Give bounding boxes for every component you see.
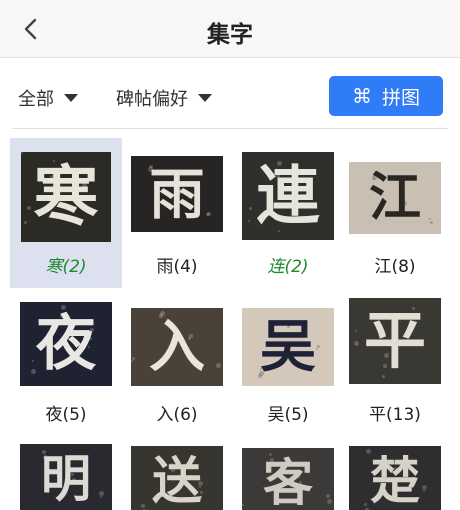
calligraphy-glyph: 寒 (33, 158, 99, 235)
character-caption: 雨(4) (156, 257, 198, 277)
calligraphy-image: 明 (20, 444, 112, 510)
calligraphy-glyph: 送 (152, 451, 202, 510)
character-caption: 夜(5) (45, 405, 87, 425)
filter-bar: 全部 碑帖偏好 ⌘ 拼图 (0, 58, 460, 130)
calligraphy-glyph: 平 (363, 304, 426, 377)
character-caption: 吴(5) (267, 405, 309, 425)
puzzle-button[interactable]: ⌘ 拼图 (329, 76, 443, 116)
character-card[interactable]: 江江(8) (339, 138, 451, 288)
character-card[interactable]: 連连(2) (232, 138, 344, 288)
calligraphy-glyph: 客 (263, 453, 313, 510)
character-card[interactable]: 楚 (339, 436, 451, 510)
filter-all-label: 全部 (18, 89, 54, 110)
calligraphy-glyph: 連 (256, 158, 320, 233)
calligraphy-glyph: 吴 (260, 314, 316, 380)
filter-style-label: 碑帖偏好 (116, 89, 188, 110)
character-caption: 寒(2) (45, 257, 87, 277)
puzzle-button-label: 拼图 (381, 86, 420, 109)
character-card[interactable]: 平平(13) (339, 288, 451, 438)
page-title: 集字 (207, 22, 253, 48)
character-card[interactable]: 明 (10, 436, 122, 510)
character-card[interactable]: 客 (232, 436, 344, 510)
calligraphy-glyph: 夜 (36, 309, 96, 379)
calligraphy-image: 吴 (242, 308, 334, 386)
caret-down-icon (198, 94, 212, 102)
character-card[interactable]: 寒寒(2) (10, 138, 122, 288)
calligraphy-image: 雨 (131, 156, 223, 232)
calligraphy-glyph: 楚 (370, 451, 420, 510)
character-caption: 连(2) (267, 257, 309, 277)
divider (12, 128, 448, 129)
calligraphy-image: 楚 (349, 446, 441, 510)
character-caption: 江(8) (374, 257, 416, 277)
filter-style-dropdown[interactable]: 碑帖偏好 (116, 85, 212, 111)
character-card[interactable]: 送 (121, 436, 233, 510)
calligraphy-image: 寒 (21, 152, 111, 242)
calligraphy-glyph: 雨 (149, 161, 205, 227)
calligraphy-image: 江 (349, 162, 441, 234)
character-card[interactable]: 雨雨(4) (121, 138, 233, 288)
character-caption: 平(13) (369, 405, 421, 425)
character-card[interactable]: 入入(6) (121, 288, 233, 438)
filter-all-dropdown[interactable]: 全部 (18, 85, 78, 111)
character-caption: 入(6) (156, 405, 198, 425)
character-card[interactable]: 吴吴(5) (232, 288, 344, 438)
calligraphy-glyph: 江 (368, 167, 421, 228)
calligraphy-image: 夜 (20, 302, 112, 386)
app-header: 集字 (0, 0, 460, 58)
calligraphy-glyph: 明 (41, 449, 91, 508)
calligraphy-image: 入 (131, 308, 223, 386)
calligraphy-image: 連 (242, 152, 334, 240)
calligraphy-image: 客 (242, 448, 334, 510)
calligraphy-image: 平 (349, 298, 441, 384)
character-card[interactable]: 夜夜(5) (10, 288, 122, 438)
command-icon: ⌘ (351, 84, 372, 108)
calligraphy-image: 送 (131, 446, 223, 510)
calligraphy-glyph: 入 (149, 314, 205, 380)
caret-down-icon (64, 94, 78, 102)
